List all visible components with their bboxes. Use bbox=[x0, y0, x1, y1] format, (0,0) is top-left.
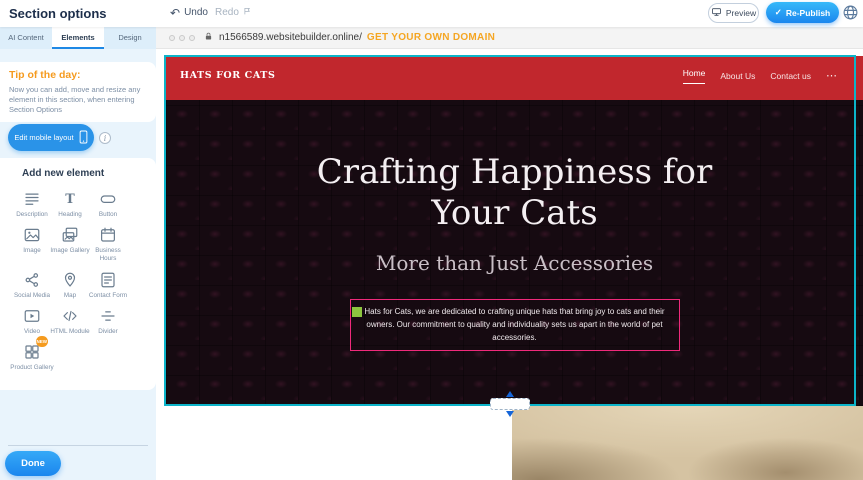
element-option-label: HTML Module bbox=[50, 328, 89, 336]
site-header: HATS FOR CATS Home About Us Contact us ⋯ bbox=[166, 56, 863, 100]
element-option-label: Description bbox=[16, 211, 48, 219]
share-icon bbox=[23, 270, 41, 290]
window-dot bbox=[169, 35, 175, 41]
tab-label: AI Content bbox=[8, 33, 43, 42]
check-icon: ✓ bbox=[775, 7, 782, 18]
page-title: Section options bbox=[9, 6, 107, 21]
get-domain-link[interactable]: GET YOUR OWN DOMAIN bbox=[367, 32, 495, 43]
element-option-contact-form[interactable]: Contact Form bbox=[86, 270, 130, 300]
element-option-label: Divider bbox=[98, 328, 118, 336]
publish-flag-icon bbox=[243, 6, 252, 19]
element-option-label: Contact Form bbox=[89, 292, 127, 300]
video-icon bbox=[23, 306, 41, 326]
nav-contact[interactable]: Contact us bbox=[770, 71, 811, 81]
redo-button[interactable]: Redo bbox=[215, 6, 252, 19]
tip-of-the-day-card: Tip of the day: Now you can add, move an… bbox=[0, 62, 156, 122]
hero-description-box[interactable]: Hats for Cats, we are dedicated to craft… bbox=[350, 299, 680, 351]
window-dot bbox=[179, 35, 185, 41]
sidebar-divider bbox=[8, 445, 148, 446]
element-option-business-hours[interactable]: Business Hours bbox=[86, 225, 130, 263]
nav-more-button[interactable]: ⋯ bbox=[826, 72, 837, 80]
add-new-element-card: Add new element Description T Heading Bu… bbox=[0, 158, 156, 390]
phone-icon bbox=[79, 130, 88, 146]
sidebar-tabs: AI Content Elements Design bbox=[0, 27, 156, 49]
product-gallery-icon: NEW bbox=[23, 342, 41, 362]
undo-button[interactable]: ↶ Undo bbox=[170, 7, 208, 18]
nav-about[interactable]: About Us bbox=[720, 71, 755, 81]
resize-arrow-down-icon bbox=[506, 411, 514, 417]
element-option-divider[interactable]: Divider bbox=[86, 306, 130, 336]
heading-icon: T bbox=[61, 189, 79, 209]
code-icon bbox=[61, 306, 79, 326]
element-option-product-gallery[interactable]: NEW Product Gallery bbox=[10, 342, 54, 372]
element-option-label: Social Media bbox=[14, 292, 50, 300]
section-resize-control bbox=[487, 391, 533, 417]
preview-button[interactable]: Preview bbox=[708, 3, 759, 23]
republish-label: Re-Publish bbox=[786, 8, 830, 18]
element-option-label: Image bbox=[23, 247, 41, 255]
resize-arrow-up-icon bbox=[506, 391, 514, 397]
lock-icon bbox=[204, 29, 213, 47]
browser-chrome-bar: n1566589.websitebuilder.online/ GET YOUR… bbox=[156, 27, 863, 49]
left-panel: Tip of the day: Now you can add, move an… bbox=[0, 49, 156, 480]
divider-icon bbox=[99, 306, 117, 326]
monitor-icon bbox=[711, 7, 722, 19]
site-logo[interactable]: HATS FOR CATS bbox=[180, 70, 275, 81]
preview-label: Preview bbox=[726, 8, 756, 18]
element-option-label: Button bbox=[99, 211, 117, 219]
section-resize-handle[interactable] bbox=[490, 398, 530, 410]
tip-body: Now you can add, move and resize any ele… bbox=[9, 85, 147, 115]
map-pin-icon bbox=[61, 270, 79, 290]
site-nav: Home About Us Contact us ⋯ bbox=[683, 68, 837, 84]
image-icon bbox=[23, 225, 41, 245]
element-option-label: Product Gallery bbox=[10, 364, 53, 372]
button-icon bbox=[99, 189, 117, 209]
tab-elements[interactable]: Elements bbox=[52, 27, 104, 49]
info-button[interactable]: i bbox=[99, 132, 111, 144]
nav-home[interactable]: Home bbox=[683, 68, 706, 84]
language-globe-button[interactable] bbox=[842, 4, 859, 21]
hero-subheading[interactable]: More than Just Accessories bbox=[376, 251, 653, 275]
element-drag-handle[interactable] bbox=[352, 307, 362, 317]
element-option-label: Heading bbox=[58, 211, 81, 219]
hero-description: Hats for Cats, we are dedicated to craft… bbox=[360, 306, 670, 344]
tab-design[interactable]: Design bbox=[104, 27, 156, 49]
tab-label: Elements bbox=[61, 33, 94, 42]
element-option-label: Business Hours bbox=[86, 247, 130, 263]
redo-label: Redo bbox=[215, 7, 239, 18]
business-hours-icon bbox=[99, 225, 117, 245]
element-grid: Description T Heading Button Image bbox=[13, 189, 156, 372]
top-toolbar: Section options ↶ Undo Redo Preview ✓ Re… bbox=[0, 0, 863, 27]
site-url: n1566589.websitebuilder.online/ bbox=[219, 32, 362, 43]
new-badge: NEW bbox=[36, 336, 49, 347]
element-option-label: Map bbox=[64, 292, 76, 300]
done-label: Done bbox=[21, 458, 45, 469]
window-dot bbox=[189, 35, 195, 41]
undo-label: Undo bbox=[184, 7, 208, 18]
element-option-label: Image Gallery bbox=[50, 247, 89, 255]
element-option-button[interactable]: Button bbox=[86, 189, 130, 219]
undo-redo-group: ↶ Undo Redo bbox=[170, 6, 252, 19]
edit-mobile-label: Edit mobile layout bbox=[14, 133, 73, 142]
site-preview-canvas: HATS FOR CATS Home About Us Contact us ⋯… bbox=[156, 49, 863, 480]
republish-button[interactable]: ✓ Re-Publish bbox=[766, 2, 839, 23]
browser-window-dots bbox=[169, 35, 195, 41]
tab-ai-content[interactable]: AI Content bbox=[0, 27, 52, 49]
contact-form-icon bbox=[99, 270, 117, 290]
tip-title: Tip of the day: bbox=[9, 69, 147, 81]
text-lines-icon bbox=[23, 189, 41, 209]
next-section-image bbox=[512, 406, 863, 480]
element-option-label: Video bbox=[24, 328, 40, 336]
add-element-title: Add new element bbox=[0, 158, 156, 179]
hero-heading[interactable]: Crafting Happiness for Your Cats bbox=[295, 152, 735, 235]
hero-section: Crafting Happiness for Your Cats More th… bbox=[166, 100, 863, 406]
info-icon: i bbox=[104, 134, 107, 143]
done-button[interactable]: Done bbox=[5, 451, 61, 476]
edit-mobile-layout-button[interactable]: Edit mobile layout bbox=[8, 124, 94, 151]
svg-text:T: T bbox=[65, 192, 75, 207]
undo-icon: ↶ bbox=[170, 8, 180, 18]
tab-label: Design bbox=[118, 33, 141, 42]
image-gallery-icon bbox=[61, 225, 79, 245]
